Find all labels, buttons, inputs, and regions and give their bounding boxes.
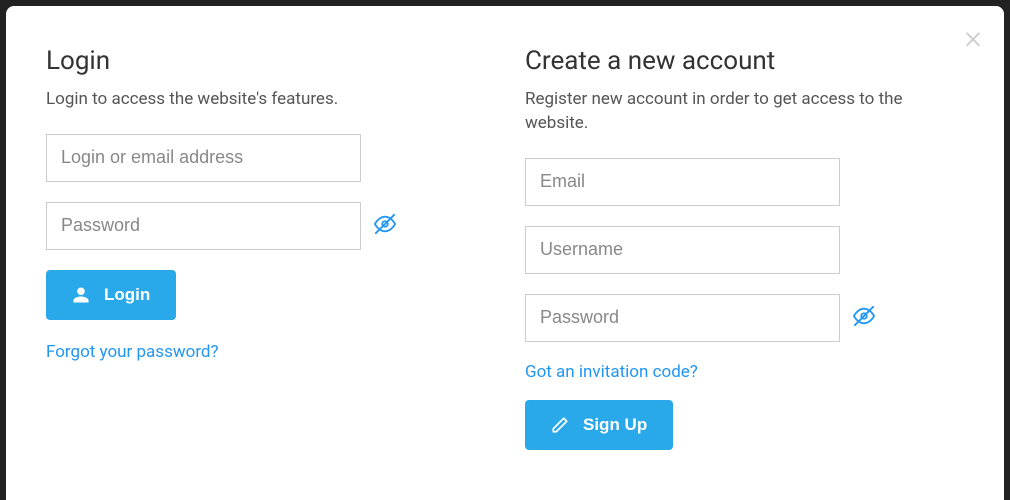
register-column: Create a new account Register new accoun… <box>505 46 964 470</box>
login-identifier-input[interactable] <box>46 134 361 182</box>
login-password-input[interactable] <box>46 202 361 250</box>
login-column: Login Login to access the website's feat… <box>46 46 505 470</box>
login-identifier-wrap <box>46 134 465 182</box>
login-button[interactable]: Login <box>46 270 176 320</box>
login-subtitle: Login to access the website's features. <box>46 88 465 112</box>
register-password-input[interactable] <box>525 294 840 342</box>
invitation-code-link[interactable]: Got an invitation code? <box>525 362 698 382</box>
register-username-input[interactable] <box>525 226 840 274</box>
eye-off-icon[interactable] <box>853 305 875 331</box>
register-email-input[interactable] <box>525 158 840 206</box>
register-title: Create a new account <box>525 46 944 76</box>
signup-button[interactable]: Sign Up <box>525 400 673 450</box>
close-icon[interactable] <box>962 26 984 54</box>
register-password-wrap <box>525 294 944 342</box>
login-title: Login <box>46 46 465 76</box>
pencil-icon <box>551 416 569 434</box>
login-password-wrap <box>46 202 465 250</box>
eye-off-icon[interactable] <box>374 213 396 239</box>
register-subtitle: Register new account in order to get acc… <box>525 88 944 136</box>
user-icon <box>72 286 90 304</box>
auth-modal: Login Login to access the website's feat… <box>6 6 1004 500</box>
register-email-wrap <box>525 158 944 206</box>
register-username-wrap <box>525 226 944 274</box>
login-button-label: Login <box>104 285 150 305</box>
forgot-password-link[interactable]: Forgot your password? <box>46 342 219 362</box>
signup-button-label: Sign Up <box>583 415 647 435</box>
